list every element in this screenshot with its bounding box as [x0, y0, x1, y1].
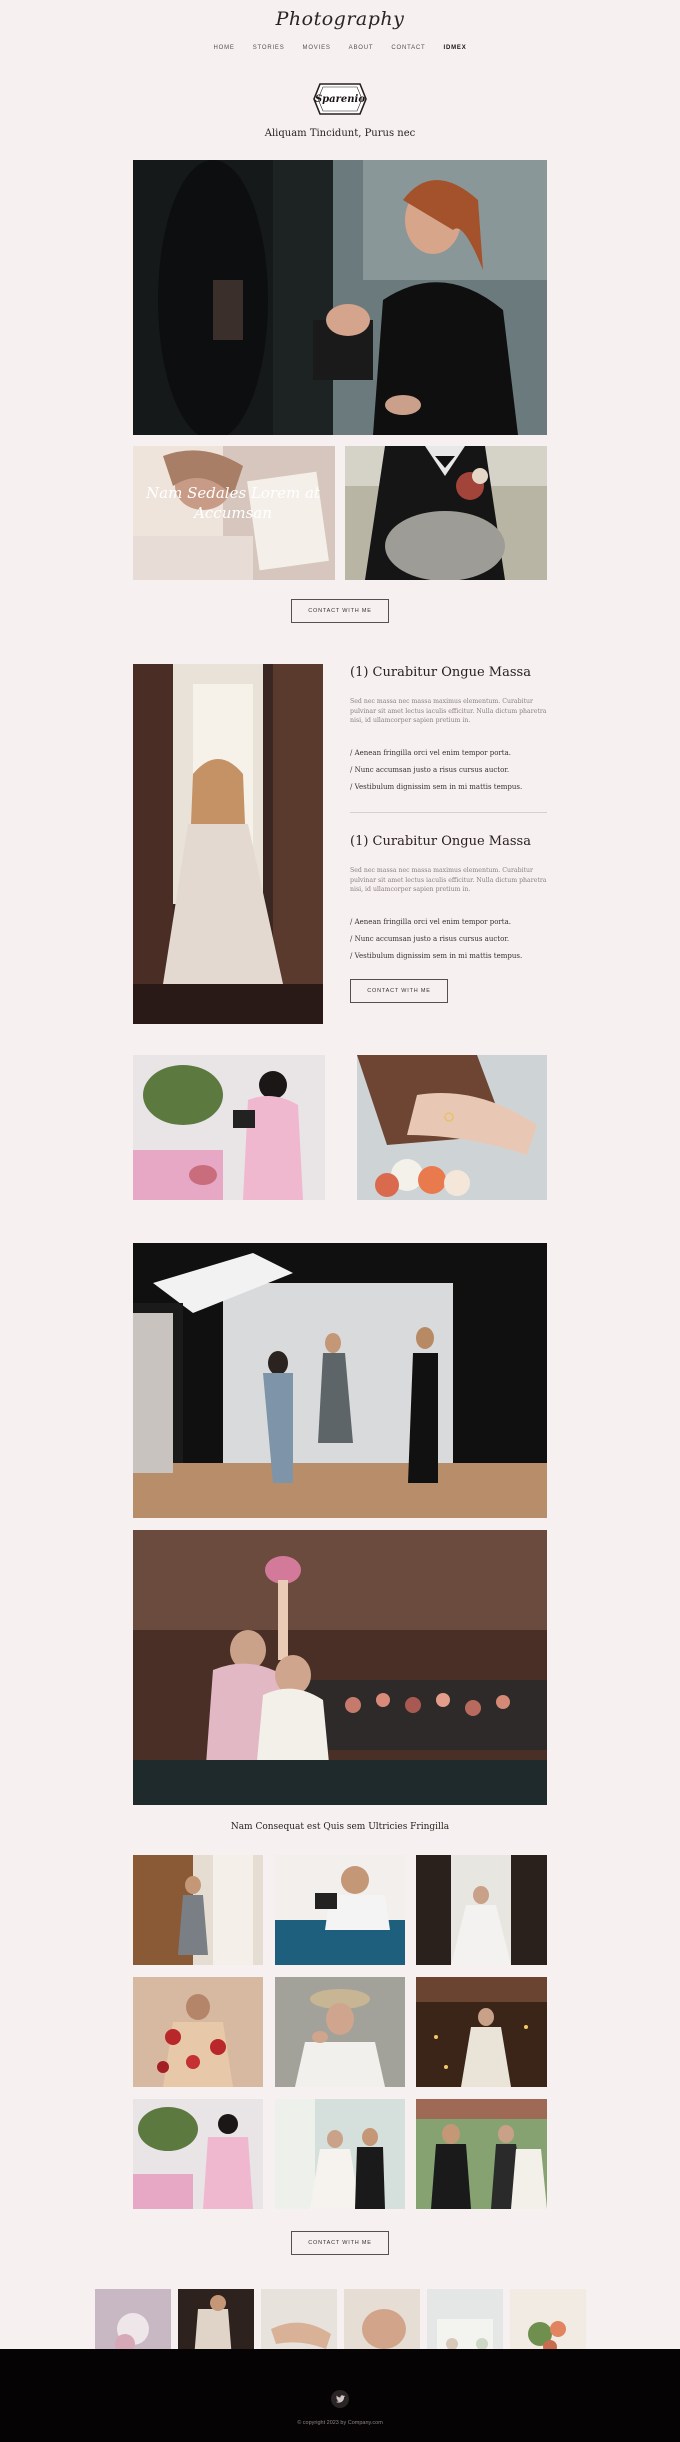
section-2-heading: (1) Curabitur Ongue Massa — [350, 834, 531, 849]
nav-item-contact[interactable]: CONTACT — [391, 45, 425, 51]
gallery-title: Nam Consequat est Quis sem Ultricies Fri… — [230, 1822, 450, 1832]
gallery-item-6[interactable] — [416, 1977, 547, 2087]
gallery-item-3[interactable] — [416, 1855, 547, 1965]
gallery-item-2[interactable] — [275, 1855, 405, 1965]
photo-rings-hands — [357, 1055, 547, 1200]
photo-bride-window — [133, 664, 323, 1024]
section-2-bullet-3: / Vestibulum dignissim sem in mi mattis … — [350, 952, 523, 960]
section-2-bullet-1: / Aenean fringilla orci vel enim tempor … — [350, 918, 511, 926]
hero-subtitle: Aliquam Tincidunt, Purus nec — [264, 128, 416, 139]
copyright-text: © copyright 2023 by Company.com — [297, 2420, 383, 2426]
contact-button-1[interactable]: CONTACT WITH ME — [291, 599, 389, 623]
site-logo-title[interactable]: Photography — [0, 8, 680, 30]
brand-badge[interactable]: Sparenio — [312, 80, 368, 118]
photo-pink-photographer — [133, 1055, 325, 1200]
section-divider — [350, 812, 547, 813]
photo-studio-shoot — [133, 1243, 547, 1518]
overlay-caption: Nam Sedales Lorem at Accumsan — [146, 484, 320, 523]
gallery-item-8[interactable] — [275, 2099, 405, 2209]
gallery-item-9[interactable] — [416, 2099, 547, 2209]
nav-item-idmex[interactable]: IDMEX — [444, 45, 467, 51]
photo-wedding-celebration — [133, 1530, 547, 1805]
section-1-bullet-2: / Nunc accumsan justo a risus cursus auc… — [350, 766, 510, 774]
section-2-paragraph: Sed nec massa nec massa maximus elementu… — [350, 867, 547, 894]
contact-button-2[interactable]: CONTACT WITH ME — [350, 979, 448, 1003]
gallery-item-1[interactable] — [133, 1855, 263, 1965]
section-1-bullets: / Aenean fringilla orci vel enim tempor … — [350, 745, 550, 796]
hero-photo-photographer — [133, 160, 547, 435]
nav-item-movies[interactable]: MOVIES — [303, 45, 331, 51]
section-2-bullets: / Aenean fringilla orci vel enim tempor … — [350, 914, 550, 965]
nav-item-about[interactable]: ABOUT — [349, 45, 374, 51]
section-1-bullet-3: / Vestibulum dignissim sem in mi mattis … — [350, 783, 523, 791]
contact-button-3[interactable]: CONTACT WITH ME — [291, 2231, 389, 2255]
gallery-item-4[interactable] — [133, 1977, 263, 2087]
nav-item-home[interactable]: HOME — [213, 45, 234, 51]
gallery-item-7[interactable] — [133, 2099, 263, 2209]
twitter-icon[interactable] — [331, 2390, 349, 2408]
section-2-bullet-2: / Nunc accumsan justo a risus cursus auc… — [350, 935, 510, 943]
main-nav: HOME STORIES MOVIES ABOUT CONTACT IDMEX — [0, 45, 680, 51]
badge-name: Sparenio — [315, 94, 365, 105]
gallery-item-5[interactable] — [275, 1977, 405, 2087]
section-1-bullet-1: / Aenean fringilla orci vel enim tempor … — [350, 749, 511, 757]
section-1-paragraph: Sed nec massa nec massa maximus elementu… — [350, 698, 547, 725]
section-1-heading: (1) Curabitur Ongue Massa — [350, 665, 531, 680]
photo-groom-suit — [345, 446, 547, 580]
nav-item-stories[interactable]: STORIES — [253, 45, 285, 51]
